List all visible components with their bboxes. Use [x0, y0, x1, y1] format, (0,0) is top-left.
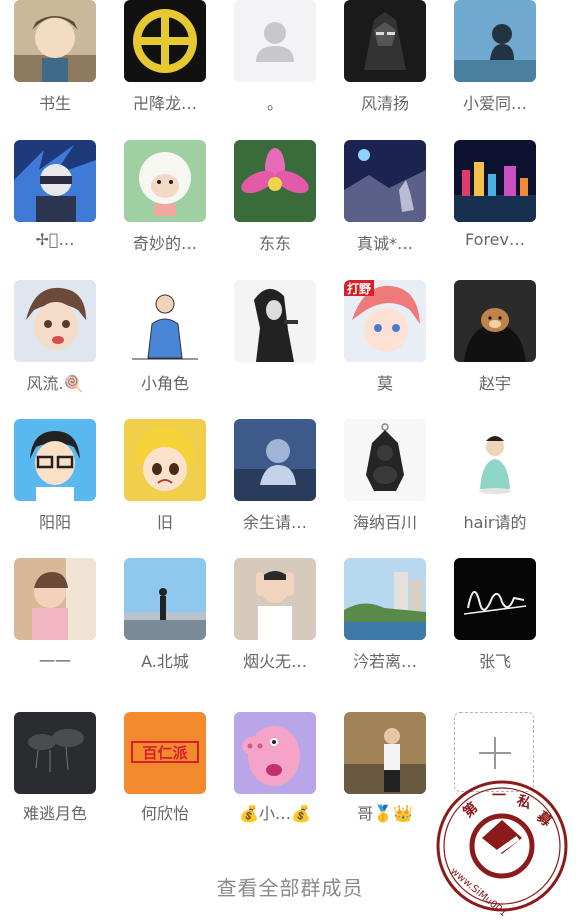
svg-text:第: 第 — [460, 799, 482, 821]
member-avatar[interactable] — [124, 280, 206, 362]
member-name: 海纳百川 — [352, 513, 417, 532]
member-cell[interactable]: 风清扬 — [330, 0, 440, 120]
member-cell[interactable]: 赵宇 — [440, 280, 550, 400]
member-cell[interactable]: 烟火无… — [220, 558, 330, 678]
member-grid: 书生 卍降龙… 。 风清扬 小爱同… ✢ꦿ… 奇妙的… 东东 真诚*… Fore… — [0, 0, 580, 840]
member-name: 旧 — [156, 513, 173, 532]
member-cell[interactable]: 余生请… — [220, 419, 330, 539]
member-name: 。 — [266, 94, 283, 113]
member-name: 哥🥇👑 — [357, 804, 413, 823]
member-name: 奇妙的… — [132, 234, 197, 253]
member-avatar[interactable] — [344, 712, 426, 794]
svg-text:募: 募 — [533, 807, 556, 830]
member-avatar[interactable] — [14, 419, 96, 501]
member-avatar[interactable] — [344, 0, 426, 82]
member-cell[interactable]: 阳阳 — [0, 419, 110, 539]
member-avatar[interactable] — [344, 558, 426, 640]
member-avatar[interactable]: 百仁派 — [124, 712, 206, 794]
member-name: 莫 — [376, 374, 393, 393]
member-avatar[interactable] — [234, 140, 316, 222]
member-cell[interactable]: A.北城 — [110, 558, 220, 678]
member-cell[interactable]: 风流.🍭 — [0, 280, 110, 400]
member-cell[interactable]: 真诚*… — [330, 140, 440, 260]
member-name: 何欣怡 — [140, 804, 189, 823]
member-cell[interactable]: 小爱同… — [440, 0, 550, 120]
member-avatar[interactable] — [234, 280, 316, 362]
member-cell[interactable]: 旧 — [110, 419, 220, 539]
member-avatar[interactable] — [234, 0, 316, 82]
member-avatar[interactable] — [124, 140, 206, 222]
member-cell[interactable]: 小角色 — [110, 280, 220, 400]
member-cell[interactable]: 汵若离… — [330, 558, 440, 678]
member-avatar[interactable] — [124, 558, 206, 640]
member-cell[interactable]: 一一 — [0, 558, 110, 678]
member-name: 东东 — [258, 234, 291, 253]
member-avatar[interactable] — [14, 712, 96, 794]
member-name: A.北城 — [141, 652, 189, 671]
member-name: 阳阳 — [38, 513, 71, 532]
member-name: 卍降龙… — [132, 94, 197, 113]
member-name: 书生 — [38, 94, 71, 113]
member-avatar[interactable]: 打野 — [344, 280, 426, 362]
member-avatar[interactable] — [454, 280, 536, 362]
member-avatar[interactable] — [124, 0, 206, 82]
member-name: 风清扬 — [360, 94, 409, 113]
member-cell[interactable]: 张飞 — [440, 558, 550, 678]
hexinyi-logo-text: 百仁派 — [142, 744, 188, 762]
member-cell[interactable]: 东东 — [220, 140, 330, 260]
member-name: 真诚*… — [356, 234, 413, 253]
member-cell[interactable]: hair请的 — [440, 419, 550, 539]
member-name: 汵若离… — [352, 652, 417, 671]
member-cell[interactable]: 💰小…💰 — [220, 712, 330, 832]
member-name: 💰小…💰 — [239, 804, 311, 823]
member-avatar[interactable] — [454, 0, 536, 82]
member-cell[interactable]: 哥🥇👑 — [330, 712, 440, 832]
member-name: 一一 — [38, 652, 71, 671]
member-avatar[interactable] — [454, 419, 536, 501]
member-cell[interactable]: 卍降龙… — [110, 0, 220, 120]
member-name: 小角色 — [140, 374, 189, 393]
watermark-stamp-icon: 第 一 私 募 www.SiMu001.cn — [436, 780, 568, 916]
member-name: 张飞 — [478, 652, 511, 671]
member-avatar[interactable] — [344, 140, 426, 222]
member-cell[interactable]: 百仁派 何欣怡 — [110, 712, 220, 832]
member-avatar[interactable] — [124, 419, 206, 501]
member-name: 赵宇 — [478, 374, 511, 393]
mo-badge-text: 打野 — [347, 281, 371, 296]
member-name: 余生请… — [242, 513, 307, 532]
member-avatar[interactable] — [454, 140, 536, 222]
member-name: 小爱同… — [462, 94, 527, 113]
member-cell[interactable]: Forev… — [440, 140, 550, 260]
member-name: 难逃月色 — [22, 804, 87, 823]
member-avatar[interactable] — [14, 0, 96, 82]
member-cell[interactable] — [220, 280, 330, 400]
member-name: 风流.🍭 — [26, 374, 84, 393]
member-avatar[interactable] — [234, 712, 316, 794]
member-avatar[interactable] — [234, 419, 316, 501]
member-cell[interactable]: 难逃月色 — [0, 712, 110, 832]
svg-text:私: 私 — [515, 792, 534, 813]
member-avatar[interactable] — [454, 558, 536, 640]
member-avatar[interactable] — [234, 558, 316, 640]
member-cell[interactable]: 。 — [220, 0, 330, 120]
member-avatar[interactable] — [14, 280, 96, 362]
member-name: Forev… — [465, 230, 525, 249]
svg-text:一: 一 — [492, 788, 506, 804]
member-cell[interactable]: 书生 — [0, 0, 110, 120]
member-name: hair请的 — [463, 513, 527, 532]
member-cell[interactable]: 奇妙的… — [110, 140, 220, 260]
member-avatar[interactable] — [344, 419, 426, 501]
member-cell[interactable]: 打野 莫 — [330, 280, 440, 400]
member-avatar[interactable] — [14, 558, 96, 640]
member-name: 烟火无… — [242, 652, 307, 671]
member-cell[interactable]: 海纳百川 — [330, 419, 440, 539]
member-cell[interactable]: ✢ꦿ… — [0, 140, 110, 260]
member-avatar[interactable] — [14, 140, 96, 222]
member-name: ✢ꦿ… — [35, 230, 75, 249]
